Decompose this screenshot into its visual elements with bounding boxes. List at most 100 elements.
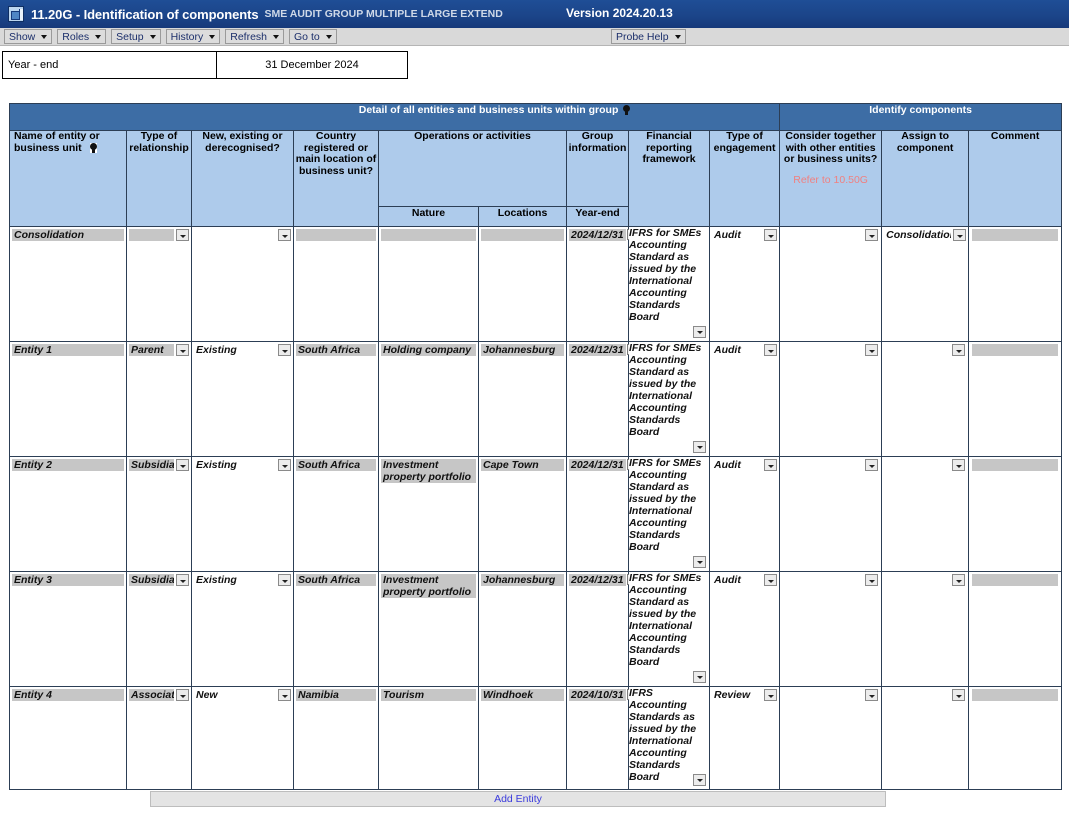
chevron-down-icon[interactable] (952, 574, 966, 586)
chevron-down-icon[interactable] (865, 459, 879, 471)
chevron-down-icon[interactable] (176, 344, 189, 356)
cell-engagement[interactable]: Review (708, 686, 781, 790)
nature-field[interactable]: Tourism (381, 689, 476, 701)
cell-comment[interactable] (968, 686, 1063, 790)
chevron-down-icon[interactable] (278, 229, 291, 241)
cell-year-end[interactable]: 2024/10/31 (566, 686, 638, 790)
chevron-down-icon[interactable] (865, 344, 879, 356)
new-existing-field[interactable]: Existing (194, 344, 276, 356)
cell-locations[interactable]: Windhoek (478, 686, 567, 790)
assign-field[interactable]: Consolidation (884, 229, 951, 241)
cell-type-of-relationship[interactable] (126, 226, 192, 342)
cell-name[interactable]: Entity 2 (9, 456, 127, 572)
nature-field[interactable]: Holding company (381, 344, 476, 356)
chevron-down-icon[interactable] (176, 574, 189, 586)
framework-field[interactable]: IFRS Accounting Standards as issued by t… (629, 687, 709, 783)
cell-year-end[interactable]: 2024/12/31 (566, 456, 638, 572)
cell-new-existing[interactable]: Existing (191, 456, 294, 572)
cell-consider-together[interactable] (779, 571, 883, 687)
cell-comment[interactable] (968, 341, 1063, 457)
cell-assign[interactable]: Consolidation (881, 226, 970, 342)
cell-country[interactable]: South Africa (293, 341, 379, 457)
framework-field[interactable]: IFRS for SMEs Accounting Standard as iss… (629, 457, 709, 553)
chevron-down-icon[interactable] (865, 229, 879, 241)
cell-framework[interactable]: IFRS Accounting Standards as issued by t… (628, 686, 710, 790)
framework-field[interactable]: IFRS for SMEs Accounting Standard as iss… (629, 227, 709, 323)
cell-engagement[interactable]: Audit (708, 456, 781, 572)
year-end-field[interactable]: 2024/10/31 (569, 689, 626, 701)
type-of-relationship-field[interactable]: Parent (129, 344, 174, 356)
engagement-field[interactable]: Review (712, 689, 762, 701)
locations-field[interactable]: Cape Town (481, 459, 564, 471)
cell-consider-together[interactable] (779, 456, 883, 572)
cell-locations[interactable]: Johannesburg (478, 571, 567, 687)
type-of-relationship-field[interactable]: Subsidiary (129, 574, 174, 586)
engagement-field[interactable]: Audit (712, 574, 762, 586)
name-field[interactable]: Entity 3 (12, 574, 124, 586)
add-entity-button[interactable]: Add Entity (150, 791, 886, 807)
new-existing-field[interactable]: Existing (194, 574, 276, 586)
chevron-down-icon[interactable] (952, 344, 966, 356)
country-field[interactable]: South Africa (296, 344, 376, 356)
cell-framework[interactable]: IFRS for SMEs Accounting Standard as iss… (628, 226, 710, 342)
chevron-down-icon[interactable] (693, 556, 706, 568)
cell-nature[interactable]: Investment property portfolio (378, 571, 479, 687)
chevron-down-icon[interactable] (764, 459, 778, 471)
chevron-down-icon[interactable] (176, 689, 189, 701)
engagement-field[interactable]: Audit (712, 344, 762, 356)
cell-framework[interactable]: IFRS for SMEs Accounting Standard as iss… (628, 571, 710, 687)
cell-country[interactable]: South Africa (293, 571, 379, 687)
chevron-down-icon[interactable] (278, 574, 291, 586)
cell-framework[interactable]: IFRS for SMEs Accounting Standard as iss… (628, 341, 710, 457)
cell-name[interactable]: Entity 3 (9, 571, 127, 687)
cell-nature[interactable]: Investment property portfolio (378, 456, 479, 572)
chevron-down-icon[interactable] (176, 229, 189, 241)
cell-year-end[interactable]: 2024/12/31 (566, 341, 638, 457)
chevron-down-icon[interactable] (278, 344, 291, 356)
type-of-relationship-field[interactable]: Subsidiary (129, 459, 174, 471)
cell-name[interactable]: Entity 1 (9, 341, 127, 457)
chevron-down-icon[interactable] (764, 689, 778, 701)
cell-type-of-relationship[interactable]: Subsidiary (126, 456, 192, 572)
refer-to-link[interactable]: Refer to 10.50G (780, 174, 881, 187)
framework-field[interactable]: IFRS for SMEs Accounting Standard as iss… (629, 572, 709, 668)
country-field[interactable] (296, 229, 376, 241)
cell-assign[interactable] (881, 686, 970, 790)
comment-field[interactable] (972, 574, 1059, 586)
cell-nature[interactable]: Tourism (378, 686, 479, 790)
cell-framework[interactable]: IFRS for SMEs Accounting Standard as iss… (628, 456, 710, 572)
cell-comment[interactable] (968, 226, 1063, 342)
name-field[interactable]: Entity 4 (12, 689, 124, 701)
cell-engagement[interactable]: Audit (708, 226, 781, 342)
name-field[interactable]: Consolidation (12, 229, 124, 241)
country-field[interactable]: South Africa (296, 459, 376, 471)
menu-item-goto[interactable]: Go to (289, 29, 337, 44)
menu-item-probe-help[interactable]: Probe Help (611, 29, 686, 44)
menu-item-show[interactable]: Show (4, 29, 53, 44)
cell-name[interactable]: Entity 4 (9, 686, 127, 790)
name-field[interactable]: Entity 1 (12, 344, 124, 356)
cell-consider-together[interactable] (779, 226, 883, 342)
chevron-down-icon[interactable] (953, 229, 967, 241)
chevron-down-icon[interactable] (693, 671, 706, 683)
year-end-field[interactable]: 2024/12/31 (569, 229, 626, 241)
comment-field[interactable] (972, 689, 1059, 701)
chevron-down-icon[interactable] (693, 441, 706, 453)
cell-locations[interactable] (478, 226, 567, 342)
cell-nature[interactable]: Holding company (378, 341, 479, 457)
menu-item-history[interactable]: History (165, 29, 221, 44)
cell-assign[interactable] (881, 571, 970, 687)
new-existing-field[interactable]: Existing (194, 459, 276, 471)
cell-engagement[interactable]: Audit (708, 341, 781, 457)
cell-country[interactable]: Namibia (293, 686, 379, 790)
cell-locations[interactable]: Johannesburg (478, 341, 567, 457)
cell-type-of-relationship[interactable]: Parent (126, 341, 192, 457)
comment-field[interactable] (972, 459, 1059, 471)
cell-country[interactable]: South Africa (293, 456, 379, 572)
comment-field[interactable] (972, 229, 1059, 241)
name-field[interactable]: Entity 2 (12, 459, 124, 471)
country-field[interactable]: South Africa (296, 574, 376, 586)
type-of-relationship-field[interactable] (129, 229, 174, 241)
cell-new-existing[interactable]: Existing (191, 571, 294, 687)
nature-field[interactable]: Investment property portfolio (381, 574, 476, 598)
